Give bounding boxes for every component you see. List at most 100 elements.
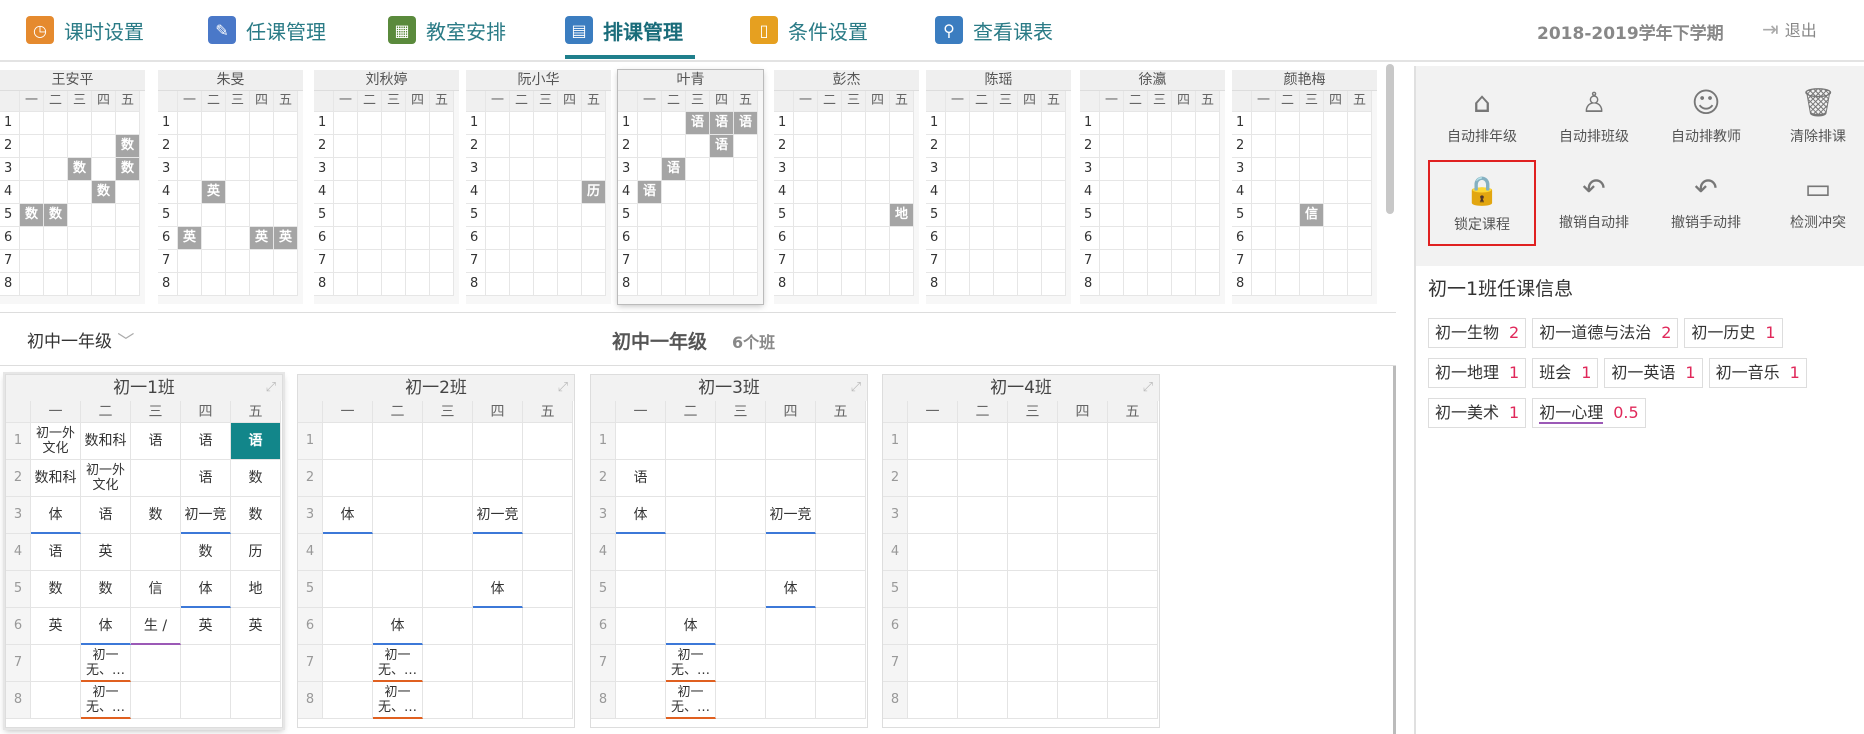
class-slot[interactable] — [908, 460, 958, 497]
teacher-slot[interactable] — [1348, 273, 1372, 296]
class-slot[interactable] — [1008, 423, 1058, 460]
teacher-slot[interactable] — [1042, 250, 1066, 273]
class-slot[interactable] — [716, 571, 766, 608]
class-slot[interactable] — [1058, 571, 1108, 608]
class-slot[interactable] — [423, 682, 473, 719]
class-slot[interactable] — [473, 645, 523, 682]
course-chip[interactable]: 初一历史 1 — [1684, 318, 1783, 348]
class-slot[interactable]: 初一竞 — [473, 497, 523, 534]
teacher-slot[interactable] — [1124, 273, 1148, 296]
class-slot[interactable] — [766, 682, 816, 719]
class-slot[interactable] — [523, 608, 573, 645]
teacher-slot[interactable] — [1148, 158, 1172, 181]
teacher-slot[interactable] — [662, 112, 686, 135]
teacher-slot[interactable] — [202, 158, 226, 181]
class-slot[interactable] — [666, 423, 716, 460]
teacher-slot[interactable]: 信 — [1300, 204, 1324, 227]
class-slot[interactable] — [1108, 497, 1158, 534]
teacher-slot[interactable] — [558, 250, 582, 273]
class-slot[interactable] — [323, 571, 373, 608]
class-slot[interactable] — [423, 423, 473, 460]
teacher-slot[interactable] — [1172, 135, 1196, 158]
class-slot[interactable] — [1058, 534, 1108, 571]
teacher-slot[interactable] — [1148, 135, 1172, 158]
monitor-button[interactable]: ▭ 检测冲突 — [1764, 160, 1864, 246]
class-slot[interactable] — [716, 497, 766, 534]
nav-tab-6[interactable]: ⚲ 查看课表 — [935, 10, 1053, 50]
teacher-slot[interactable] — [1042, 181, 1066, 204]
teacher-slot[interactable] — [1196, 227, 1220, 250]
teacher-slot[interactable] — [68, 273, 92, 296]
teacher-slot[interactable] — [486, 273, 510, 296]
teacher-slot[interactable] — [178, 135, 202, 158]
teacher-slot[interactable] — [274, 112, 298, 135]
teacher-slot[interactable] — [890, 112, 914, 135]
teacher-slot[interactable] — [1324, 227, 1348, 250]
expand-icon[interactable]: ⤢ — [558, 375, 568, 401]
class-slot[interactable] — [1108, 571, 1158, 608]
teacher-slot[interactable] — [358, 250, 382, 273]
class-slot[interactable]: 数 — [181, 534, 231, 571]
teacher-card[interactable]: 叶青一二三四五 1 语语语 2 语 3 语 4 语 5 6 7 8 — [618, 70, 763, 304]
teacher-slot[interactable] — [334, 181, 358, 204]
class-slot[interactable] — [131, 682, 181, 719]
teacher-slot[interactable] — [946, 181, 970, 204]
class-slot[interactable] — [958, 423, 1008, 460]
teacher-slot[interactable] — [842, 273, 866, 296]
teacher-slot[interactable] — [510, 158, 534, 181]
teacher-slot[interactable] — [842, 227, 866, 250]
teacher-slot[interactable] — [970, 112, 994, 135]
teacher-slot[interactable] — [20, 135, 44, 158]
teacher-slot[interactable] — [1196, 112, 1220, 135]
teacher-slot[interactable]: 英 — [178, 227, 202, 250]
undo-m-button[interactable]: ↶ 撤销手动排 — [1652, 160, 1760, 246]
teacher-slot[interactable] — [406, 112, 430, 135]
class-slot[interactable] — [181, 682, 231, 719]
teacher-slot[interactable] — [1252, 227, 1276, 250]
teacher-slot[interactable] — [202, 204, 226, 227]
class-slot[interactable] — [423, 608, 473, 645]
teacher-slot[interactable] — [1276, 227, 1300, 250]
class-slot[interactable]: 初一 无、… — [81, 645, 131, 682]
class-slot[interactable] — [716, 682, 766, 719]
teacher-slot[interactable] — [1324, 181, 1348, 204]
teacher-slot[interactable] — [1018, 204, 1042, 227]
teacher-slot[interactable] — [638, 204, 662, 227]
teacher-slot[interactable] — [946, 158, 970, 181]
class-slot[interactable] — [523, 460, 573, 497]
class-slot[interactable] — [423, 460, 473, 497]
class-slot[interactable]: 语 — [131, 423, 181, 460]
teacher-slot[interactable] — [510, 273, 534, 296]
course-chip[interactable]: 初一地理 1 — [1428, 358, 1527, 388]
teacher-slot[interactable] — [734, 227, 758, 250]
teacher-slot[interactable] — [382, 112, 406, 135]
teacher-slot[interactable] — [1172, 250, 1196, 273]
class-slot[interactable] — [716, 645, 766, 682]
class-slot[interactable] — [958, 682, 1008, 719]
teacher-slot[interactable]: 数 — [92, 181, 116, 204]
teacher-slot[interactable] — [734, 273, 758, 296]
class-slot[interactable]: 体 — [473, 571, 523, 608]
teacher-slot[interactable] — [794, 250, 818, 273]
class-slot[interactable] — [666, 497, 716, 534]
teacher-slot[interactable] — [946, 250, 970, 273]
teacher-slot[interactable] — [1018, 181, 1042, 204]
class-slot[interactable] — [616, 682, 666, 719]
teacher-slot[interactable] — [946, 204, 970, 227]
class-slot[interactable] — [523, 534, 573, 571]
class-slot[interactable] — [373, 571, 423, 608]
teacher-slot[interactable] — [1196, 273, 1220, 296]
class-slot[interactable] — [181, 645, 231, 682]
teacher-slot[interactable] — [382, 227, 406, 250]
teacher-slot[interactable] — [486, 227, 510, 250]
teacher-slot[interactable] — [866, 227, 890, 250]
teacher-slot[interactable] — [44, 135, 68, 158]
teacher-card[interactable]: 陈瑶一二三四五 1 2 3 4 5 6 7 8 — [926, 70, 1071, 304]
teacher-slot[interactable] — [334, 204, 358, 227]
class-slot[interactable]: 英 — [181, 608, 231, 645]
teacher-slot[interactable] — [430, 250, 454, 273]
class-slot[interactable] — [908, 571, 958, 608]
teacher-slot[interactable] — [558, 273, 582, 296]
teacher-slot[interactable] — [534, 204, 558, 227]
teacher-slot[interactable] — [662, 250, 686, 273]
